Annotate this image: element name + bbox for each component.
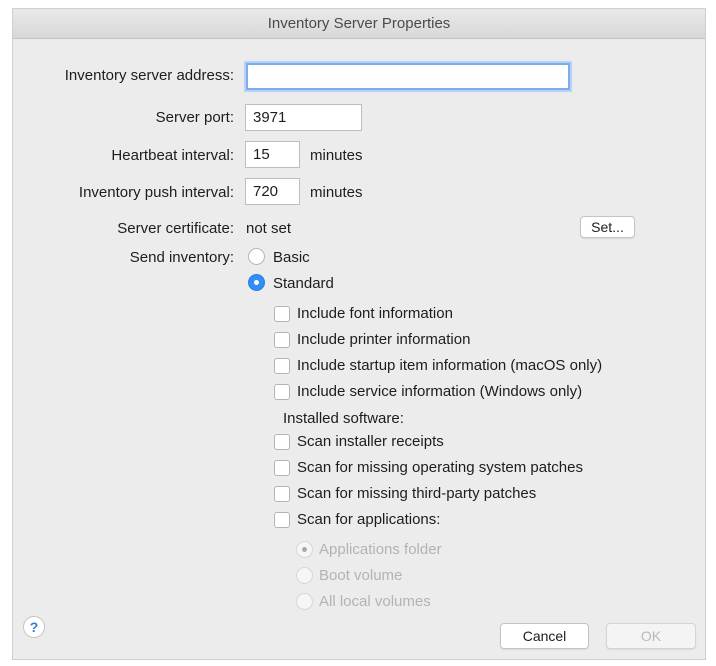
scan-location-label[interactable]: All local volumes bbox=[319, 593, 431, 610]
heartbeat-unit: minutes bbox=[310, 147, 363, 164]
installed-software-option-label[interactable]: Scan for missing operating system patche… bbox=[297, 459, 583, 476]
standard-option-label[interactable]: Include service information (Windows onl… bbox=[297, 383, 582, 400]
server-certificate-label: Server certificate: bbox=[117, 220, 234, 237]
standard-option-label[interactable]: Include printer information bbox=[297, 331, 470, 348]
set-certificate-button[interactable]: Set... bbox=[580, 216, 635, 238]
help-button[interactable]: ? bbox=[23, 616, 45, 638]
send-inventory-radio-1[interactable] bbox=[248, 274, 265, 291]
push-interval-field[interactable]: 720 bbox=[245, 178, 300, 205]
push-interval-unit: minutes bbox=[310, 184, 363, 201]
send-inventory-radio-0[interactable] bbox=[248, 248, 265, 265]
installed-software-option-label[interactable]: Scan for applications: bbox=[297, 511, 440, 528]
heartbeat-interval-label: Heartbeat interval: bbox=[111, 147, 234, 164]
send-inventory-option-label[interactable]: Standard bbox=[273, 275, 334, 292]
installed-software-checkbox[interactable] bbox=[274, 434, 290, 450]
scan-location-radio[interactable] bbox=[296, 541, 313, 558]
installed-software-checkbox[interactable] bbox=[274, 486, 290, 502]
scan-location-label[interactable]: Boot volume bbox=[319, 567, 402, 584]
send-inventory-label: Send inventory: bbox=[129, 249, 234, 266]
installed-software-checkbox[interactable] bbox=[274, 460, 290, 476]
scan-location-radio[interactable] bbox=[296, 593, 313, 610]
scan-location-label[interactable]: Applications folder bbox=[319, 541, 442, 558]
scan-location-radio[interactable] bbox=[296, 567, 313, 584]
server-address-field[interactable] bbox=[246, 63, 570, 90]
installed-software-heading: Installed software: bbox=[283, 410, 404, 427]
server-address-label: Inventory server address: bbox=[64, 67, 234, 84]
server-port-label: Server port: bbox=[155, 109, 234, 126]
standard-option-checkbox[interactable] bbox=[274, 384, 290, 400]
standard-option-checkbox[interactable] bbox=[274, 332, 290, 348]
heartbeat-interval-field[interactable]: 15 bbox=[245, 141, 300, 168]
server-port-field[interactable]: 3971 bbox=[245, 104, 362, 131]
installed-software-option-label[interactable]: Scan for missing third-party patches bbox=[297, 485, 536, 502]
standard-option-label[interactable]: Include startup item information (macOS … bbox=[297, 357, 602, 374]
cancel-button[interactable]: Cancel bbox=[500, 623, 589, 649]
server-certificate-value: not set bbox=[246, 220, 292, 237]
standard-option-checkbox[interactable] bbox=[274, 306, 290, 322]
ok-button[interactable]: OK bbox=[606, 623, 696, 649]
push-interval-label: Inventory push interval: bbox=[78, 184, 234, 201]
dialog-title: Inventory Server Properties bbox=[13, 9, 705, 39]
installed-software-checkbox[interactable] bbox=[274, 512, 290, 528]
standard-option-checkbox[interactable] bbox=[274, 358, 290, 374]
installed-software-option-label[interactable]: Scan installer receipts bbox=[297, 433, 444, 450]
send-inventory-option-label[interactable]: Basic bbox=[273, 249, 310, 266]
standard-option-label[interactable]: Include font information bbox=[297, 305, 453, 322]
